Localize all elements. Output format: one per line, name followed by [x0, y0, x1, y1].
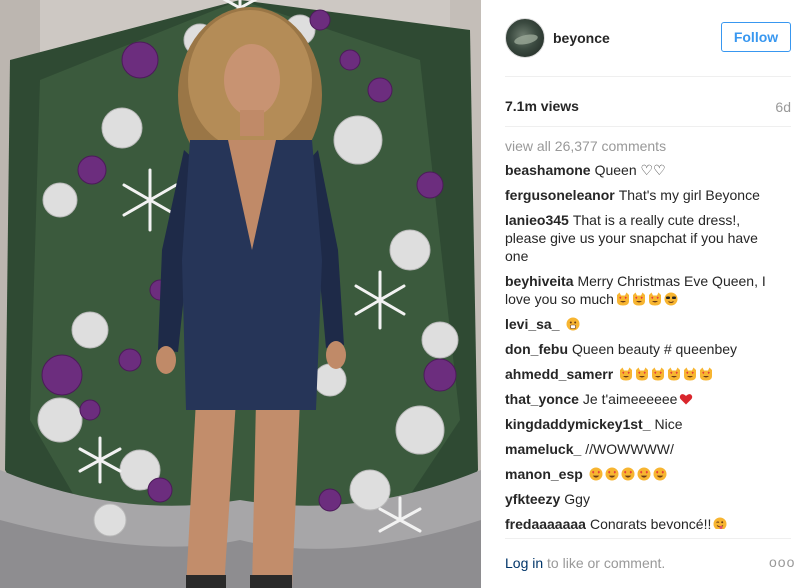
comment-username[interactable]: ahmedd_samerr [505, 366, 613, 382]
comments-list: view all 26,377 comments beashamone Queen… [505, 137, 785, 529]
view-count: 7.1m views [505, 98, 579, 114]
comment-text: Ggy [564, 491, 590, 507]
comment-username[interactable]: don_febu [505, 341, 568, 357]
heart-eyes-face-icon [653, 467, 667, 481]
comment-text: Queen ♡♡ [594, 162, 666, 178]
login-prompt-text: to like or comment. [543, 555, 666, 571]
heart-eyes-face-icon [637, 467, 651, 481]
heart-eyes-cat-icon [651, 367, 665, 381]
red-heart-icon [679, 392, 693, 406]
post-age[interactable]: 6d [775, 99, 791, 115]
comment-text: That's my girl Beyonce [618, 187, 760, 203]
heart-eyes-cat-icon [683, 367, 697, 381]
comment-item: that_yonce Je t'aimeeeeee [505, 390, 785, 408]
post-photo-illustration [0, 0, 481, 588]
comment-username[interactable]: levi_sa_ [505, 316, 560, 332]
fearful-face-icon [566, 317, 580, 331]
comment-username[interactable]: fredaaaaaaa [505, 516, 586, 529]
footer-divider [505, 538, 791, 539]
heart-eyes-cat-icon [616, 292, 630, 306]
username-link[interactable]: beyonce [553, 30, 610, 46]
comment-text: Queen beauty # queenbey [572, 341, 738, 357]
heart-eyes-cat-icon [699, 367, 713, 381]
winking-tongue-face-icon [713, 517, 727, 529]
comment-text: //WOWWWW/ [585, 441, 674, 457]
comment-text: Nice [654, 416, 683, 432]
heart-eyes-cat-icon [632, 292, 646, 306]
login-link[interactable]: Log in [505, 555, 543, 571]
comment-username[interactable]: mameluck_ [505, 441, 581, 457]
comment-item: ahmedd_samerr [505, 365, 785, 383]
header-divider [505, 76, 791, 77]
avatar[interactable] [505, 18, 545, 58]
post-photo[interactable] [0, 0, 481, 588]
comment-username[interactable]: lanieo345 [505, 212, 569, 228]
comment-username[interactable]: fergusoneleanor [505, 187, 615, 203]
comment-item: yfkteezy Ggy [505, 490, 785, 508]
comment-username[interactable]: that_yonce [505, 391, 579, 407]
comment-item: mameluck_//WOWWWW/ [505, 440, 785, 458]
stats-divider [505, 126, 791, 127]
comment-item: don_febu Queen beauty # queenbey [505, 340, 785, 358]
comment-item: beyhiveita Merry Christmas Eve Queen, I l… [505, 272, 785, 308]
comment-username[interactable]: beyhiveita [505, 273, 573, 289]
comment-item: lanieo345 That is a really cute dress!, p… [505, 211, 785, 265]
post-sidebar: beyonce Follow 7.1m views 6d view all 26… [481, 0, 801, 588]
follow-button[interactable]: Follow [721, 22, 791, 52]
comment-text: Congrats beyoncé!! [589, 516, 712, 529]
sunglasses-face-icon [664, 292, 678, 306]
comment-username[interactable]: manon_esp [505, 466, 583, 482]
heart-eyes-face-icon [621, 467, 635, 481]
post-header: beyonce Follow [505, 18, 791, 60]
more-options-button[interactable]: ooo [769, 554, 795, 570]
comment-item: beashamone Queen ♡♡ [505, 161, 785, 179]
heart-eyes-cat-icon [619, 367, 633, 381]
comment-text: Je t'aimeeeeee [582, 391, 678, 407]
comment-item: fergusoneleanor That's my girl Beyonce [505, 186, 785, 204]
heart-eyes-face-icon [589, 467, 603, 481]
heart-eyes-cat-icon [648, 292, 662, 306]
comment-username[interactable]: kingdaddymickey1st_ [505, 416, 651, 432]
heart-eyes-cat-icon [635, 367, 649, 381]
comment-item: fredaaaaaaa Congrats beyoncé!! [505, 515, 785, 529]
comment-item: manon_esp [505, 465, 785, 483]
comment-item: levi_sa_ [505, 315, 785, 333]
comment-username[interactable]: yfkteezy [505, 491, 560, 507]
login-prompt: Log in to like or comment. [505, 555, 665, 571]
view-all-comments-link[interactable]: view all 26,377 comments [505, 137, 785, 155]
heart-eyes-face-icon [605, 467, 619, 481]
comment-username[interactable]: beashamone [505, 162, 591, 178]
heart-eyes-cat-icon [667, 367, 681, 381]
comment-item: kingdaddymickey1st_ Nice [505, 415, 785, 433]
